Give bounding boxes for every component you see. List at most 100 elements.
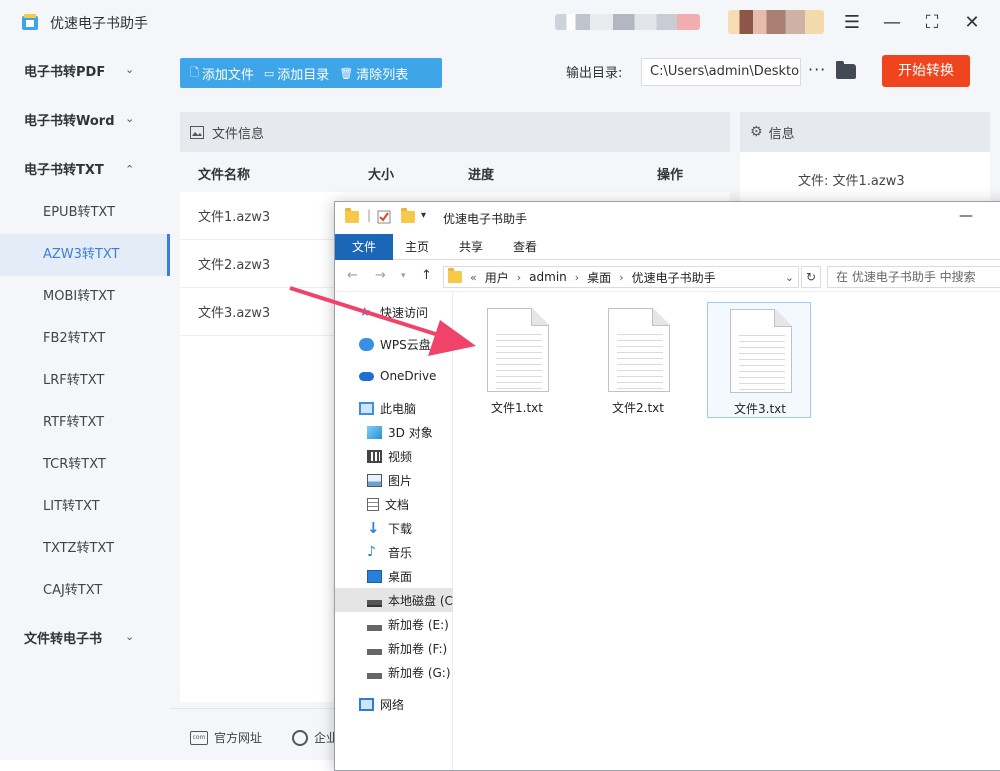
nav-label: 3D 对象 xyxy=(388,425,433,440)
nav-label: 下载 xyxy=(388,521,413,536)
chevron-down-icon[interactable]: ⌄ xyxy=(125,112,134,125)
up-arrow-icon[interactable]: ↑ xyxy=(421,268,432,283)
maximize-icon[interactable]: ⛶ xyxy=(918,8,946,36)
computer-icon xyxy=(359,401,374,415)
sidebar-group-pdf[interactable]: 电子书转PDF xyxy=(24,61,105,80)
user-info-blurred xyxy=(555,14,700,30)
sidebar-item-lit[interactable]: LIT转TXT xyxy=(0,486,170,528)
sidebar-item-fb2[interactable]: FB2转TXT xyxy=(0,318,170,360)
drive-icon xyxy=(367,641,382,655)
breadcrumb-users[interactable]: 用户 xyxy=(485,269,509,286)
output-dir-field[interactable]: C:\Users\admin\Deskto xyxy=(641,58,801,86)
chevron-right-icon: › xyxy=(574,270,580,284)
address-bar[interactable]: « 用户 › admin › 桌面 › 优速电子书助手 ⌄ xyxy=(443,266,799,288)
nav-music[interactable]: ♪ 音乐 xyxy=(335,540,453,564)
new-folder-icon[interactable] xyxy=(401,208,415,223)
info-panel-title: 信息 xyxy=(768,126,795,142)
nav-volume-g[interactable]: 新加卷 (G:) xyxy=(335,660,453,684)
nav-label: 本地磁盘 (C:) xyxy=(388,593,453,608)
drive-icon xyxy=(367,665,382,679)
explorer-title-bar: | ▾ 优速电子书助手 — xyxy=(335,202,1000,234)
chevron-down-icon[interactable]: ⌄ xyxy=(125,63,134,76)
properties-icon[interactable] xyxy=(377,210,391,224)
file-tile[interactable]: 文件2.txt xyxy=(586,302,690,418)
chevron-right-icon: › xyxy=(619,270,624,284)
back-arrow-icon[interactable]: ← xyxy=(347,268,358,283)
enterprise-link[interactable]: 企业 xyxy=(292,729,338,746)
breadcrumb-current[interactable]: 优速电子书助手 xyxy=(632,269,716,286)
sidebar-item-tcr[interactable]: TCR转TXT xyxy=(0,444,170,486)
clear-list-button[interactable]: 🗑 清除列表 xyxy=(339,64,408,83)
nav-videos[interactable]: 视频 xyxy=(335,444,453,468)
tab-home[interactable]: 主页 xyxy=(393,234,441,260)
info-file-line: 文件: 文件1.azw3 xyxy=(798,174,905,189)
breadcrumb-admin[interactable]: admin xyxy=(529,270,567,284)
column-name: 文件名称 xyxy=(198,168,251,183)
nav-desktop[interactable]: 桌面 xyxy=(335,564,453,588)
tab-share[interactable]: 共享 xyxy=(447,234,495,260)
nav-pictures[interactable]: 图片 xyxy=(335,468,453,492)
website-label: 官方网址 xyxy=(214,731,263,745)
file-tile-selected[interactable]: 文件3.txt xyxy=(707,302,811,418)
file-tile[interactable]: 文件1.txt xyxy=(465,302,569,418)
download-icon: ↓ xyxy=(367,518,380,537)
minimize-icon[interactable]: — xyxy=(878,8,906,36)
sidebar-group-txt[interactable]: 电子书转TXT xyxy=(24,159,104,178)
nav-onedrive[interactable]: OneDrive xyxy=(335,364,453,388)
menu-icon[interactable]: ☰ xyxy=(838,8,866,36)
add-directory-button[interactable]: ▭ 添加目录 xyxy=(264,64,329,83)
address-dropdown-icon[interactable]: ⌄ xyxy=(785,271,794,284)
nav-local-disk-c[interactable]: 本地磁盘 (C:) xyxy=(335,588,453,612)
sidebar-item-txtz[interactable]: TXTZ转TXT xyxy=(0,528,170,570)
refresh-icon[interactable]: ↻ xyxy=(801,266,821,288)
customize-quick-access-icon[interactable]: ▾ xyxy=(421,210,426,221)
output-dir-label: 输出目录: xyxy=(566,66,623,81)
file-panel-title: 文件信息 xyxy=(212,126,265,142)
nav-downloads[interactable]: ↓ 下载 xyxy=(335,516,453,540)
start-convert-button[interactable]: 开始转换 xyxy=(882,55,970,87)
add-file-button[interactable]: 🗋 添加文件 xyxy=(190,64,254,83)
sidebar-item-rtf[interactable]: RTF转TXT xyxy=(0,402,170,444)
nav-wps-cloud[interactable]: WPS云盘 xyxy=(335,332,453,356)
nav-this-pc[interactable]: 此电脑 xyxy=(335,396,453,420)
nav-label: 视频 xyxy=(388,449,413,464)
sidebar-item-lrf[interactable]: LRF转TXT xyxy=(0,360,170,402)
gear-icon: ⚙ xyxy=(750,124,763,140)
nav-network[interactable]: 网络 xyxy=(335,692,453,716)
sidebar-item-azw3[interactable]: AZW3转TXT xyxy=(0,234,170,276)
website-link[interactable]: com 官方网址 xyxy=(190,729,262,746)
picture-icon xyxy=(367,473,382,487)
document-icon xyxy=(367,497,379,511)
nav-documents[interactable]: 文档 xyxy=(335,492,453,516)
explorer-minimize-icon[interactable]: — xyxy=(959,208,973,224)
nav-quick-access[interactable]: ★ 快速访问 xyxy=(335,300,453,324)
tab-file[interactable]: 文件 xyxy=(335,234,393,260)
tab-view[interactable]: 查看 xyxy=(501,234,549,260)
sidebar-item-caj[interactable]: CAJ转TXT xyxy=(0,570,170,612)
sidebar-group-word[interactable]: 电子书转Word xyxy=(24,110,115,129)
chevron-down-icon[interactable]: ⌄ xyxy=(125,630,134,643)
close-icon[interactable]: ✕ xyxy=(958,8,986,36)
forward-arrow-icon[interactable]: → xyxy=(375,268,386,283)
more-options-button[interactable]: ··· xyxy=(808,60,826,79)
nav-label: 此电脑 xyxy=(380,401,417,416)
nav-volume-f[interactable]: 新加卷 (F:) xyxy=(335,636,453,660)
nav-3d-objects[interactable]: 3D 对象 xyxy=(335,420,453,444)
open-folder-icon[interactable] xyxy=(836,61,856,79)
recent-locations-icon[interactable]: ▾ xyxy=(401,271,406,281)
explorer-search-input[interactable]: 在 优速电子书助手 中搜索 xyxy=(827,266,1000,288)
sidebar-item-epub[interactable]: EPUB转TXT xyxy=(0,192,170,234)
app-title: 优速电子书助手 xyxy=(50,16,148,32)
address-overflow[interactable]: « xyxy=(470,271,477,284)
sidebar-item-mobi[interactable]: MOBI转TXT xyxy=(0,276,170,318)
nav-volume-e[interactable]: 新加卷 (E:) xyxy=(335,612,453,636)
nav-label: 网络 xyxy=(380,697,405,712)
breadcrumb-desktop[interactable]: 桌面 xyxy=(587,269,611,286)
sidebar-group-file-to-ebook[interactable]: 文件转电子书 xyxy=(24,628,102,647)
file-name-cell: 文件3.azw3 xyxy=(198,306,271,321)
chevron-up-icon[interactable]: ⌃ xyxy=(125,163,134,176)
divider: | xyxy=(367,208,372,222)
sidebar: 电子书转PDF ⌄ 电子书转Word ⌄ 电子书转TXT ⌃ EPUB转TXT … xyxy=(0,44,170,760)
nav-label: 文档 xyxy=(385,497,410,512)
drive-c-icon xyxy=(367,593,382,607)
